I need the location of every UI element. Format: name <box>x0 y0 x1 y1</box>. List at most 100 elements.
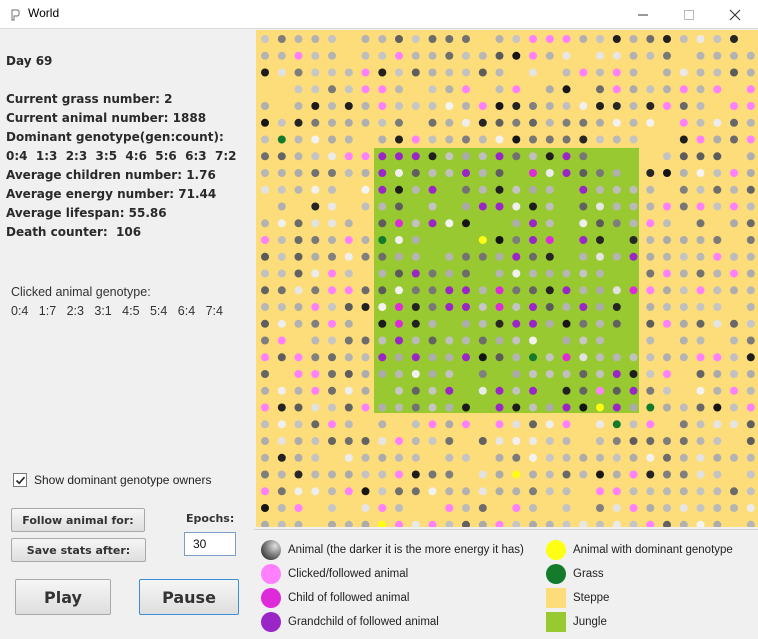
animal-dot[interactable] <box>261 470 269 479</box>
animal-dot[interactable] <box>730 353 738 362</box>
animal-dot[interactable] <box>746 85 755 94</box>
animal-dot[interactable] <box>411 219 420 228</box>
animal-dot[interactable] <box>344 470 353 479</box>
animal-dot[interactable] <box>529 152 537 161</box>
animal-dot[interactable] <box>445 51 454 60</box>
animal-dot[interactable] <box>596 85 604 94</box>
animal-dot[interactable] <box>713 118 722 127</box>
animal-dot[interactable] <box>663 35 671 43</box>
animal-dot[interactable] <box>612 252 621 261</box>
animal-dot[interactable] <box>462 169 470 177</box>
animal-dot[interactable] <box>730 135 738 144</box>
animal-dot[interactable] <box>428 51 437 60</box>
animal-dot[interactable] <box>646 202 655 211</box>
animal-dot[interactable] <box>361 487 370 496</box>
animal-dot[interactable] <box>311 303 320 311</box>
animal-dot[interactable] <box>579 102 588 110</box>
animal-dot[interactable] <box>529 336 537 345</box>
animal-dot[interactable] <box>495 102 504 110</box>
animal-dot[interactable] <box>294 504 303 512</box>
show-dominant-checkbox[interactable] <box>13 473 27 487</box>
animal-dot[interactable] <box>462 135 470 144</box>
animal-dot[interactable] <box>445 118 454 127</box>
animal-dot[interactable] <box>261 35 269 43</box>
animal-dot[interactable] <box>596 269 604 278</box>
animal-dot[interactable] <box>545 169 554 177</box>
animal-dot[interactable] <box>378 135 387 144</box>
animal-dot[interactable] <box>646 169 655 177</box>
animal-dot[interactable] <box>562 51 571 60</box>
animal-dot[interactable] <box>378 420 387 429</box>
animal-dot[interactable] <box>378 169 387 177</box>
animal-dot[interactable] <box>361 169 370 177</box>
animal-dot[interactable] <box>411 420 420 429</box>
animal-dot[interactable] <box>512 35 521 43</box>
animal-dot[interactable] <box>294 370 303 378</box>
animal-dot[interactable] <box>478 68 487 77</box>
animal-dot[interactable] <box>663 269 671 278</box>
animal-dot[interactable] <box>328 420 336 429</box>
animal-dot[interactable] <box>545 219 554 228</box>
animal-dot[interactable] <box>679 269 688 278</box>
animal-dot[interactable] <box>277 68 286 77</box>
animal-dot[interactable] <box>629 286 638 295</box>
animal-dot[interactable] <box>378 118 387 127</box>
animal-dot[interactable] <box>462 51 470 60</box>
animal-dot[interactable] <box>294 236 303 244</box>
animal-dot[interactable] <box>277 487 286 496</box>
animal-dot[interactable] <box>428 269 437 278</box>
animal-dot[interactable] <box>395 504 403 512</box>
animal-dot[interactable] <box>596 68 604 77</box>
animal-dot[interactable] <box>529 370 537 378</box>
animal-dot[interactable] <box>428 202 437 211</box>
animal-dot[interactable] <box>679 135 688 144</box>
animal-dot[interactable] <box>713 370 722 378</box>
animal-dot[interactable] <box>311 403 320 412</box>
animal-dot[interactable] <box>713 386 722 395</box>
follow-animal-button[interactable]: Follow animal for: <box>11 508 145 532</box>
animal-dot[interactable] <box>478 118 487 127</box>
animal-dot[interactable] <box>512 470 521 479</box>
animal-dot[interactable] <box>512 102 521 110</box>
animal-dot[interactable] <box>512 202 521 211</box>
animal-dot[interactable] <box>261 403 269 412</box>
animal-dot[interactable] <box>579 353 588 362</box>
animal-dot[interactable] <box>596 504 604 512</box>
animal-dot[interactable] <box>679 487 688 496</box>
animal-dot[interactable] <box>663 504 671 512</box>
animal-dot[interactable] <box>545 470 554 479</box>
animal-dot[interactable] <box>378 504 387 512</box>
animal-dot[interactable] <box>428 85 437 94</box>
animal-dot[interactable] <box>545 286 554 295</box>
animal-dot[interactable] <box>478 319 487 328</box>
animal-dot[interactable] <box>646 286 655 295</box>
animal-dot[interactable] <box>344 286 353 295</box>
animal-dot[interactable] <box>713 236 722 244</box>
animal-dot[interactable] <box>478 51 487 60</box>
animal-dot[interactable] <box>462 303 470 311</box>
animal-dot[interactable] <box>311 135 320 144</box>
animal-dot[interactable] <box>328 487 336 496</box>
animal-dot[interactable] <box>428 219 437 228</box>
animal-dot[interactable] <box>696 269 705 278</box>
animal-dot[interactable] <box>428 303 437 311</box>
animal-dot[interactable] <box>512 85 521 94</box>
animal-dot[interactable] <box>646 470 655 479</box>
animal-dot[interactable] <box>529 118 537 127</box>
animal-dot[interactable] <box>344 319 353 328</box>
animal-dot[interactable] <box>495 437 504 445</box>
animal-dot[interactable] <box>395 269 403 278</box>
animal-dot[interactable] <box>411 437 420 445</box>
minimize-button[interactable] <box>620 0 666 29</box>
animal-dot[interactable] <box>344 370 353 378</box>
animal-dot[interactable] <box>696 319 705 328</box>
animal-dot[interactable] <box>395 487 403 496</box>
animal-dot[interactable] <box>311 453 320 462</box>
animal-dot[interactable] <box>378 403 387 412</box>
animal-dot[interactable] <box>277 504 286 512</box>
animal-dot[interactable] <box>277 286 286 295</box>
animal-dot[interactable] <box>462 487 470 496</box>
animal-dot[interactable] <box>512 386 521 395</box>
animal-dot[interactable] <box>596 202 604 211</box>
animal-dot[interactable] <box>462 403 470 412</box>
